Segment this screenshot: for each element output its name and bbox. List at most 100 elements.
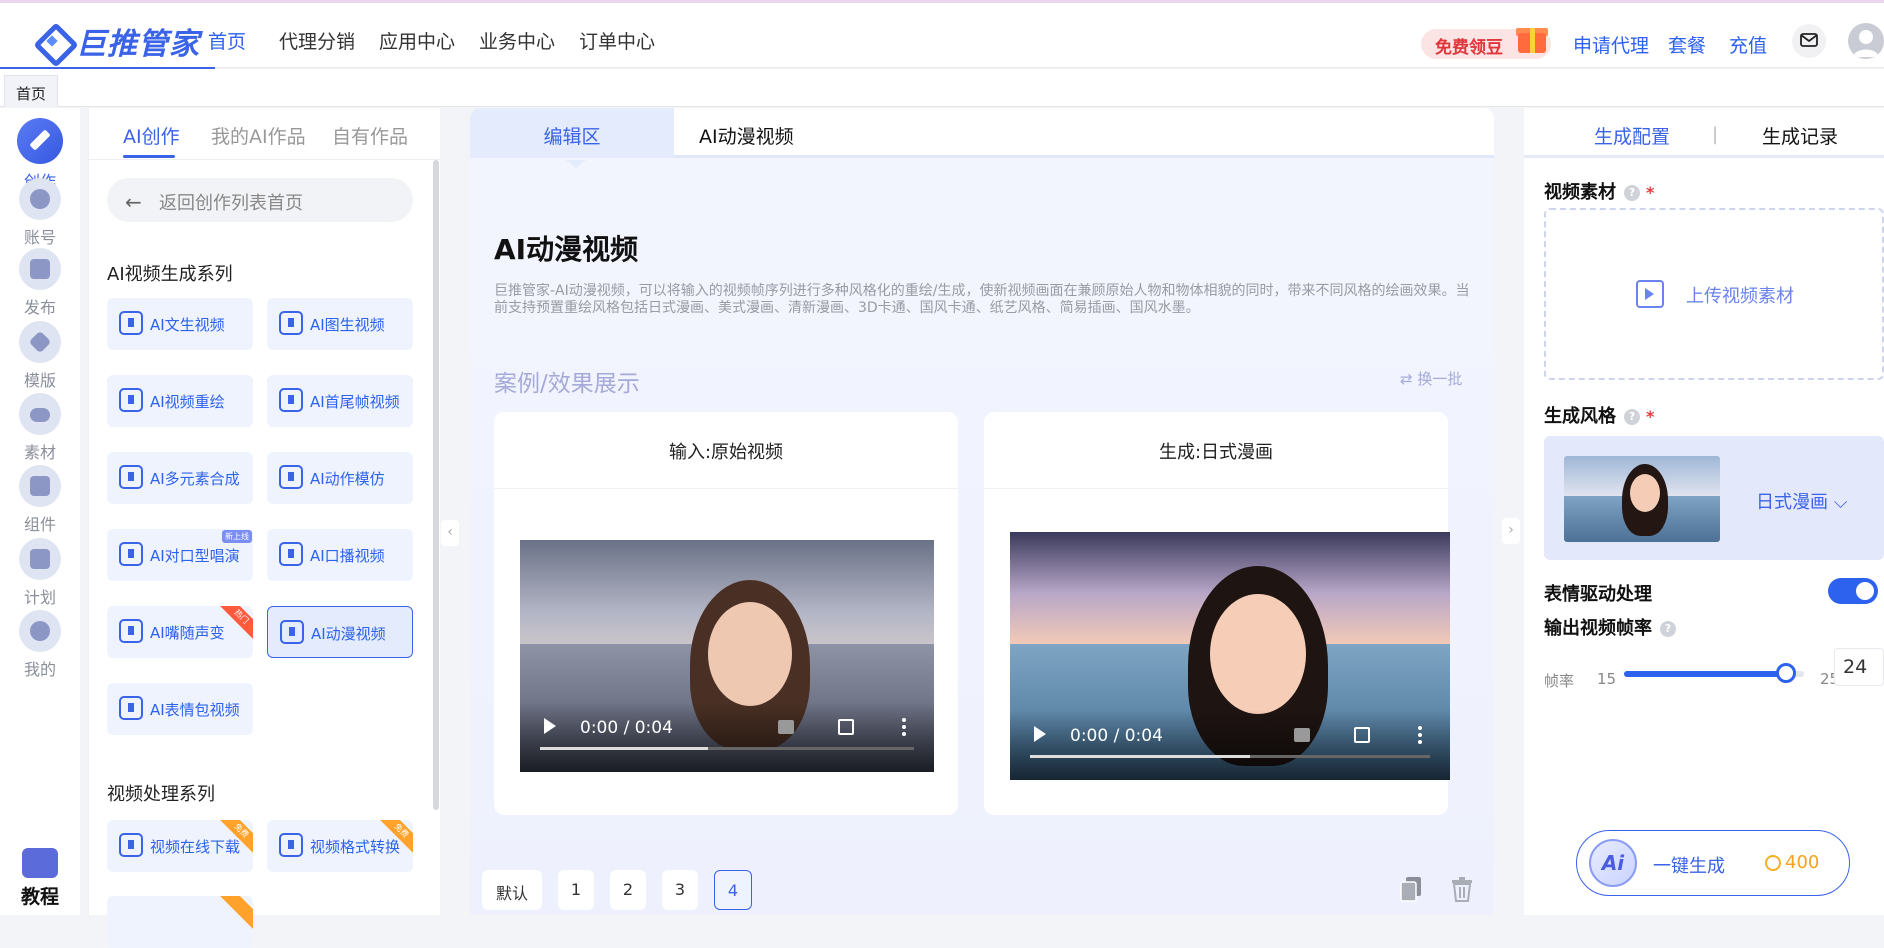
redraw-icon	[119, 388, 143, 412]
pager-default[interactable]: 默认	[482, 870, 542, 910]
tool-motion-imitation[interactable]: AI动作模仿	[267, 452, 413, 504]
download-icon	[119, 833, 143, 857]
style-selector[interactable]: 日式漫画 ⌵	[1544, 436, 1884, 560]
tool-video-redraw[interactable]: AI视频重绘	[107, 375, 253, 427]
tool-lip-sync-sing[interactable]: AI对口型唱演 新上线	[107, 529, 253, 581]
mail-icon[interactable]	[1792, 24, 1826, 58]
volume-icon[interactable]	[1294, 728, 1310, 742]
slider-handle[interactable]	[1776, 663, 1796, 683]
tab-generate-record[interactable]: 生成记录	[1762, 122, 1838, 149]
gift-icon[interactable]	[1514, 19, 1550, 55]
rail-item-plan[interactable]: 计划	[0, 538, 80, 608]
rail-label: 模版	[23, 371, 56, 390]
video-progress[interactable]	[1030, 755, 1430, 758]
tab-generate-config[interactable]: 生成配置	[1594, 122, 1670, 149]
recharge-link[interactable]: 充值	[1729, 31, 1767, 58]
rail-item-mine[interactable]: 我的	[0, 610, 80, 680]
scrollbar[interactable]	[433, 160, 439, 810]
pager-3[interactable]: 3	[662, 870, 698, 910]
logo-icon	[34, 23, 70, 59]
tool-format-convert[interactable]: 视频格式转换 免费	[267, 820, 413, 872]
pager-2[interactable]: 2	[610, 870, 646, 910]
video-time: 0:00 / 0:04	[1070, 726, 1163, 746]
collapse-left-icon[interactable]: ‹	[441, 520, 459, 546]
nav-home[interactable]: 首页	[208, 27, 246, 54]
expression-toggle[interactable]	[1828, 578, 1878, 604]
more-options-icon[interactable]	[1418, 726, 1422, 746]
section-video-processing: 视频处理系列	[107, 784, 215, 805]
generate-button[interactable]: Ai 一键生成 400	[1576, 830, 1850, 896]
upload-video-dropzone[interactable]: 上传视频素材	[1544, 208, 1884, 380]
play-icon[interactable]	[1034, 726, 1046, 742]
fullscreen-icon[interactable]	[838, 719, 854, 735]
brand-logo[interactable]: 巨推管家	[34, 21, 200, 62]
nav-agent-distribution[interactable]: 代理分销	[279, 27, 355, 54]
package-link[interactable]: 套餐	[1668, 31, 1706, 58]
tab-edit-area[interactable]: 编辑区	[470, 108, 674, 158]
tool-mouth-follow-voice[interactable]: AI嘴随声变 热门	[107, 606, 253, 658]
video-progress[interactable]	[540, 747, 914, 750]
copy-icon[interactable]	[1400, 876, 1422, 902]
tool-emoji-video[interactable]: AI表情包视频	[107, 683, 253, 735]
fps-input[interactable]: 24	[1834, 648, 1884, 686]
tab-ai-create[interactable]: AI创作	[123, 122, 180, 149]
page-title: AI动漫视频	[494, 233, 639, 266]
rail-item-account[interactable]: 账号	[0, 178, 80, 248]
rail-item-material[interactable]: 素材	[0, 393, 80, 463]
tool-more[interactable]	[107, 896, 253, 948]
tool-anime-video[interactable]: AI动漫视频	[267, 606, 413, 658]
volume-icon[interactable]	[778, 720, 794, 734]
page-tab-strip: 首页	[0, 69, 1884, 107]
collapse-right-icon[interactable]: ›	[1502, 518, 1520, 544]
editor-area: 编辑区 AI动漫视频 AI动漫视频 巨推管家-AI动漫视频，可以将输入的视频帧序…	[470, 108, 1494, 915]
back-label: 返回创作列表首页	[159, 193, 303, 214]
refresh-batch-button[interactable]: ⇄ 换一批	[1400, 368, 1462, 389]
nav-order-center[interactable]: 订单中心	[579, 27, 655, 54]
fullscreen-icon[interactable]	[1354, 727, 1370, 743]
user-avatar[interactable]	[1848, 23, 1884, 59]
tool-video-download[interactable]: 视频在线下载 免费	[107, 820, 253, 872]
trash-icon[interactable]	[1450, 876, 1474, 902]
tool-multi-element[interactable]: AI多元素合成	[107, 452, 253, 504]
tab-my-ai-works[interactable]: 我的AI作品	[211, 122, 306, 149]
back-to-list-button[interactable]: ← 返回创作列表首页	[107, 178, 413, 222]
generate-label: 一键生成	[1653, 856, 1725, 877]
tab-home[interactable]: 首页	[4, 75, 58, 107]
rail-item-tutorial[interactable]: 教程	[0, 848, 80, 909]
input-video-player[interactable]: 0:00 / 0:04	[520, 540, 934, 772]
tool-first-last-frame[interactable]: AI首尾帧视频	[267, 375, 413, 427]
user-add-icon	[19, 178, 61, 220]
tool-label: 视频在线下载	[150, 838, 241, 856]
tool-label: AI表情包视频	[150, 701, 240, 719]
active-tab-indicator	[123, 155, 175, 158]
pen-icon	[17, 118, 63, 164]
help-icon[interactable]: ?	[1660, 621, 1676, 637]
pager-4[interactable]: 4	[714, 870, 752, 910]
rail-label: 我的	[23, 660, 56, 679]
book-icon	[22, 848, 58, 878]
rail-item-publish[interactable]: 发布	[0, 248, 80, 318]
cloud-upload-icon	[19, 393, 61, 435]
more-options-icon[interactable]	[902, 718, 906, 738]
help-icon[interactable]: ?	[1624, 409, 1640, 425]
tool-talking-video[interactable]: AI口播视频	[267, 529, 413, 581]
nav-business-center[interactable]: 业务中心	[479, 27, 555, 54]
tab-anime-video[interactable]: AI动漫视频	[699, 122, 794, 149]
apply-agent-link[interactable]: 申请代理	[1573, 31, 1649, 58]
rail-item-template[interactable]: 模版	[0, 321, 80, 391]
play-icon[interactable]	[544, 718, 556, 734]
tool-image-to-video[interactable]: AI图生视频	[267, 298, 413, 350]
emoji-icon	[119, 696, 143, 720]
tool-label: AI多元素合成	[150, 470, 240, 488]
tool-label: AI视频重绘	[150, 393, 225, 411]
help-icon[interactable]: ?	[1624, 185, 1640, 201]
free-badge	[216, 896, 253, 932]
tab-own-works[interactable]: 自有作品	[332, 122, 408, 149]
pager-1[interactable]: 1	[558, 870, 594, 910]
rail-item-component[interactable]: 组件	[0, 465, 80, 535]
output-video-player[interactable]: 0:00 / 0:04	[1010, 532, 1450, 780]
nav-app-center[interactable]: 应用中心	[379, 27, 455, 54]
brand-name: 巨推管家	[76, 27, 200, 62]
tool-text-to-video[interactable]: AI文生视频	[107, 298, 253, 350]
mic-icon	[279, 542, 303, 566]
